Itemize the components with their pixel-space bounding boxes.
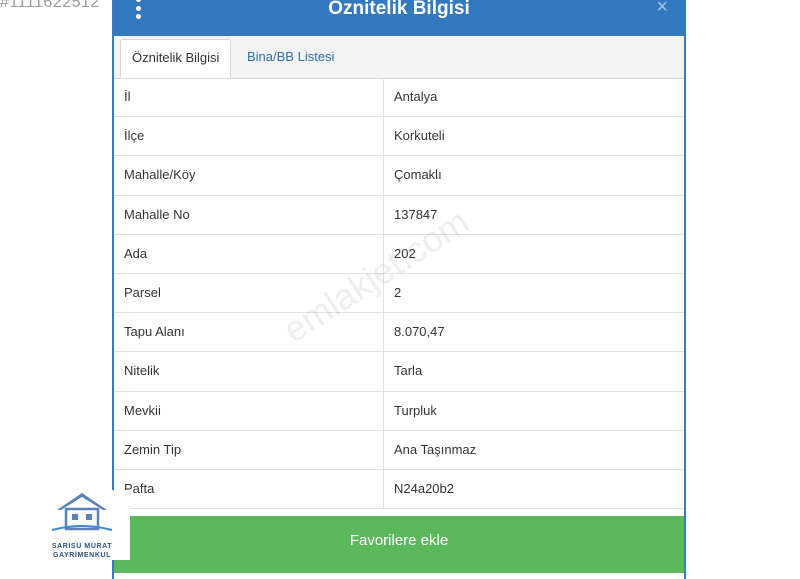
attribute-value: Ana Taşınmaz: [394, 441, 477, 457]
table-row: İl Antalya: [114, 78, 684, 118]
table-row: Mahalle/Köy Çomaklı: [114, 156, 684, 196]
attribute-value: Tarla: [394, 363, 423, 379]
dialog-header: Öznitelik Bilgisi ×: [114, 0, 684, 36]
table-row: Pafta N24a20b2: [114, 469, 684, 510]
table-row: Nitelik Tarla: [114, 352, 684, 392]
attribute-key: İl: [114, 78, 384, 117]
attribute-value: Antalya: [394, 89, 438, 104]
tab-building-list[interactable]: Bina/BB Listesi: [236, 39, 345, 78]
attribute-key: Parsel: [114, 273, 384, 313]
attribute-value: Turpluk: [394, 402, 437, 418]
attribute-key: Pafta: [114, 469, 384, 509]
table-row: Ada 202: [114, 234, 684, 274]
attribute-key: Tapu Alanı: [114, 313, 384, 352]
company-logo: SARISU MURAT GAYRİMENKUL: [34, 490, 130, 560]
attribute-value: 202: [394, 245, 416, 261]
attribute-info-dialog: Öznitelik Bilgisi × Öznitelik Bilgisi Bi…: [112, 0, 686, 579]
table-row: Zemin Tip Ana Taşınmaz: [114, 430, 684, 470]
logo-line-2: GAYRİMENKUL: [52, 552, 112, 559]
attribute-key: Mahalle/Köy: [114, 156, 384, 195]
attribute-value: Korkuteli: [394, 128, 445, 144]
attribute-key: İlçe: [114, 117, 384, 156]
table-row: Mahalle No 137847: [114, 195, 684, 235]
attribute-value: Çomaklı: [394, 167, 442, 183]
table-row: İlçe Korkuteli: [114, 117, 684, 157]
attribute-value: 137847: [394, 206, 438, 222]
attribute-key: Mevkii: [114, 391, 384, 430]
attribute-key: Zemin Tip: [114, 430, 384, 469]
table-row: Mevkii Turpluk: [114, 391, 684, 431]
listing-id: #1111622512: [0, 0, 100, 11]
attribute-key: Ada: [114, 234, 384, 273]
attribute-value: 2: [394, 284, 402, 300]
attribute-value: N24a20b2: [394, 480, 454, 496]
table-row: Parsel 2: [114, 273, 684, 314]
attribute-key: Mahalle No: [114, 195, 384, 234]
tab-bar: Öznitelik Bilgisi Bina/BB Listesi: [114, 36, 684, 79]
table-row: Tapu Alanı 8.070,47: [114, 313, 684, 353]
close-icon[interactable]: ×: [656, 0, 668, 19]
attribute-table: İl Antalya İlçe Korkuteli Mahalle/Köy Çomak…: [114, 78, 684, 510]
house-logo-icon: [52, 493, 112, 531]
tab-attribute-info[interactable]: Öznitelik Bilgisi: [120, 39, 232, 78]
logo-line-1: SARISU MURAT: [51, 543, 113, 550]
add-to-favorites-button[interactable]: Favorilere ekle: [114, 516, 684, 573]
dialog-title: Öznitelik Bilgisi: [328, 0, 470, 19]
attribute-value: 8.070,47: [394, 324, 445, 340]
attribute-key: Nitelik: [114, 352, 384, 391]
